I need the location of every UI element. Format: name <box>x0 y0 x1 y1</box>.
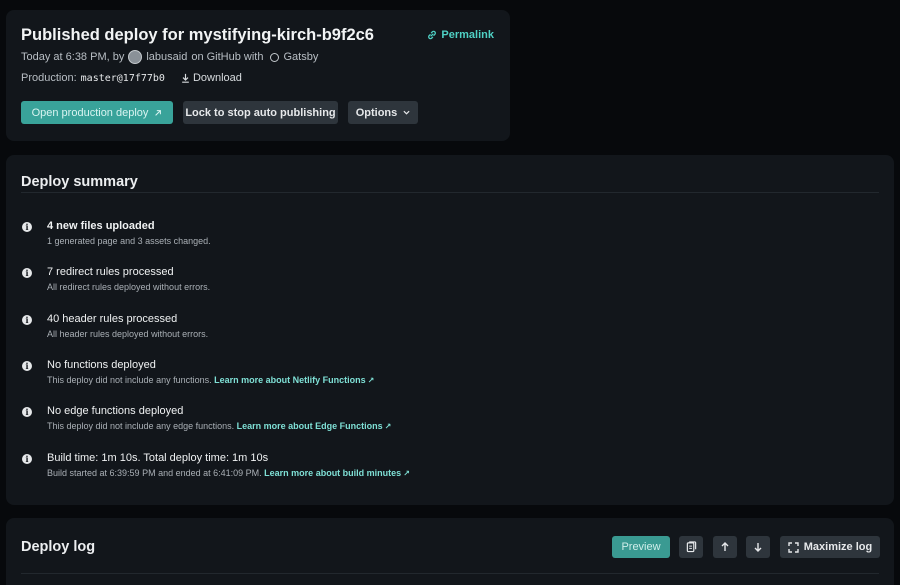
lock-auto-publishing-button[interactable]: Lock to stop auto publishing <box>183 101 338 124</box>
maximize-log-button[interactable]: Maximize log <box>780 536 880 558</box>
summary-item-title: 4 new files uploaded <box>47 220 155 232</box>
deploy-log-card: Deploy log Preview Maximize log <box>6 518 894 585</box>
link-label: Learn more about Edge Functions <box>236 421 383 431</box>
permalink-label: Permalink <box>441 29 494 41</box>
summary-item-description: All redirect rules deployed without erro… <box>47 282 211 292</box>
options-button[interactable]: Options <box>348 101 418 124</box>
summary-item-description: 1 generated page and 3 assets changed. <box>47 236 211 246</box>
production-row: Production: master@17f77b0 Download <box>21 72 242 84</box>
arrow-up-icon <box>721 542 729 551</box>
options-label: Options <box>355 106 398 119</box>
info-icon: i <box>22 315 32 325</box>
meta-source: on GitHub with <box>191 51 264 63</box>
log-title: Deploy log <box>21 539 96 555</box>
external-link-icon: ↗ <box>367 376 375 385</box>
author-link[interactable]: labusaid <box>146 51 187 63</box>
summary-item-text: This deploy did not include any function… <box>47 375 212 385</box>
preview-button[interactable]: Preview <box>612 536 670 558</box>
summary-divider <box>21 192 879 193</box>
summary-title: Deploy summary <box>21 174 138 190</box>
summary-item-description: This deploy did not include any edge fun… <box>47 421 391 431</box>
meta-time: Today at 6:38 PM, by <box>21 51 125 63</box>
download-link[interactable]: Download <box>181 72 242 84</box>
netlify-functions-link[interactable]: Learn more about Netlify Functions ↗ <box>214 375 374 385</box>
production-label: Production: <box>21 72 77 84</box>
maximize-log-label: Maximize log <box>803 541 873 553</box>
maximize-icon <box>788 541 799 553</box>
deploy-meta: Today at 6:38 PM, by labusaid on GitHub … <box>21 50 318 64</box>
scroll-bottom-button[interactable] <box>746 536 770 558</box>
chevron-down-icon <box>403 110 410 115</box>
framework-name: Gatsby <box>283 51 319 63</box>
deploy-summary-card: Deploy summary i 4 new files uploaded 1 … <box>6 155 894 505</box>
summary-item-description: Build started at 6:39:59 PM and ended at… <box>47 468 410 478</box>
open-production-deploy-button[interactable]: Open production deploy <box>21 101 173 124</box>
build-minutes-link[interactable]: Learn more about build minutes ↗ <box>264 468 410 478</box>
info-icon: i <box>22 407 32 417</box>
avatar <box>128 50 143 64</box>
deploy-header-card: Published deploy for mystifying-kirch-b9… <box>6 10 510 141</box>
link-label: Learn more about Netlify Functions <box>214 375 366 385</box>
summary-item-title: 7 redirect rules processed <box>47 266 174 278</box>
link-icon <box>428 30 437 40</box>
summary-item-title: 40 header rules processed <box>47 313 178 325</box>
link-label: Learn more about build minutes <box>264 468 402 478</box>
summary-item-title: Build time: 1m 10s. Total deploy time: 1… <box>47 452 269 464</box>
external-link-icon: ↗ <box>384 422 392 431</box>
external-link-icon: ↗ <box>403 469 410 478</box>
info-icon: i <box>22 454 32 464</box>
summary-item-description: This deploy did not include any function… <box>47 375 374 385</box>
info-icon: i <box>22 268 32 278</box>
scroll-top-button[interactable] <box>713 536 737 558</box>
open-production-label: Open production deploy <box>31 106 149 119</box>
summary-item-title: No edge functions deployed <box>47 405 184 417</box>
page-title: Published deploy for mystifying-kirch-b9… <box>21 26 374 44</box>
summary-item-title: No functions deployed <box>47 359 156 371</box>
info-icon: i <box>22 222 32 232</box>
summary-item-description: All header rules deployed without errors… <box>47 329 209 339</box>
info-icon: i <box>22 361 32 371</box>
download-icon <box>182 73 189 83</box>
commit-ref[interactable]: master@17f77b0 <box>81 73 165 84</box>
permalink-link[interactable]: Permalink <box>427 29 494 41</box>
copy-icon <box>686 541 696 553</box>
log-divider <box>21 573 879 574</box>
arrow-down-icon <box>754 543 762 552</box>
summary-item-text: Build started at 6:39:59 PM and ended at… <box>47 468 262 478</box>
external-link-icon <box>155 109 162 116</box>
edge-functions-link[interactable]: Learn more about Edge Functions ↗ <box>237 421 392 431</box>
download-label: Download <box>192 72 242 84</box>
gatsby-icon <box>270 52 280 62</box>
copy-log-button[interactable] <box>679 536 703 558</box>
summary-item-text: This deploy did not include any edge fun… <box>47 421 235 431</box>
